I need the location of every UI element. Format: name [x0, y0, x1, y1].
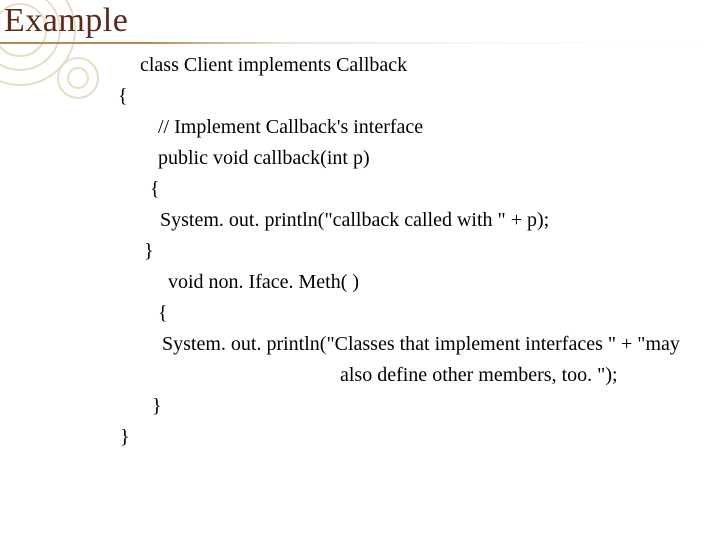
code-line: also define other members, too. "); — [0, 360, 720, 391]
code-line: public void callback(int p) — [0, 143, 720, 174]
slide-title: Example — [4, 2, 128, 40]
code-line: { — [0, 298, 720, 329]
code-line: } — [0, 236, 720, 267]
code-line: { — [0, 174, 720, 205]
code-line: } — [0, 391, 720, 422]
code-line: // Implement Callback's interface — [0, 112, 720, 143]
code-line: class Client implements Callback — [0, 50, 720, 81]
code-line: { — [0, 81, 720, 112]
title-underline — [0, 42, 720, 44]
code-line: System. out. println("callback called wi… — [0, 205, 720, 236]
code-block: class Client implements Callback { // Im… — [0, 50, 720, 453]
code-line: } — [0, 422, 720, 453]
code-line: System. out. println("Classes that imple… — [0, 329, 720, 360]
code-line: void non. Iface. Meth( ) — [0, 267, 720, 298]
